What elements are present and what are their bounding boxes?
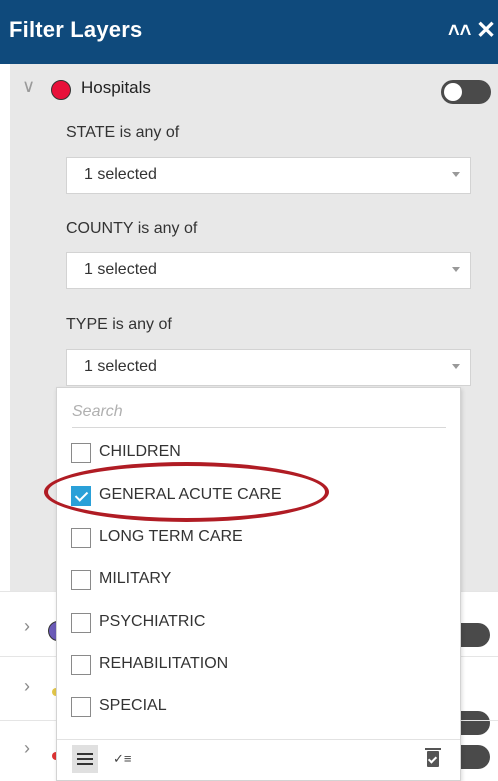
checklist-icon[interactable]: ✓≡ (113, 751, 131, 767)
search-input[interactable]: Search (72, 401, 446, 428)
option-label: LONG TERM CARE (99, 528, 243, 545)
option-rehabilitation[interactable]: REHABILITATION (71, 654, 441, 680)
checkbox[interactable] (71, 697, 91, 717)
county-select-value: 1 selected (84, 261, 157, 278)
dropdown-footer: ✓≡ (57, 739, 460, 780)
option-children[interactable]: CHILDREN (71, 442, 441, 468)
type-select[interactable]: 1 selected (66, 349, 471, 386)
panel-title: Filter Layers (9, 17, 143, 42)
trash-icon[interactable] (425, 748, 441, 767)
option-label: GENERAL ACUTE CARE (99, 486, 282, 503)
type-select-value: 1 selected (84, 358, 157, 375)
panel-header: Filter Layers ˄˄ ✕ (0, 0, 498, 64)
type-filter-label: TYPE is any of (66, 316, 172, 333)
checkbox[interactable] (71, 443, 91, 463)
checkbox[interactable] (71, 570, 91, 590)
chevron-right-icon[interactable]: › (24, 738, 30, 759)
option-label: MILITARY (99, 570, 172, 587)
option-military[interactable]: MILITARY (71, 569, 441, 595)
option-psychiatric[interactable]: PSYCHIATRIC (71, 612, 441, 638)
option-label: SPECIAL (99, 697, 167, 714)
double-chevron-up-icon[interactable]: ˄˄ (448, 20, 471, 43)
toggle-knob (444, 83, 462, 101)
checkbox[interactable] (71, 528, 91, 548)
checkbox[interactable] (71, 655, 91, 675)
layer-toggle[interactable] (441, 80, 491, 104)
option-long-term-care[interactable]: LONG TERM CARE (71, 527, 441, 553)
option-label: PSYCHIATRIC (99, 613, 206, 630)
state-select[interactable]: 1 selected (66, 157, 471, 194)
county-filter-label: COUNTY is any of (66, 220, 198, 237)
option-general-acute-care[interactable]: GENERAL ACUTE CARE (71, 485, 441, 511)
caret-down-icon (452, 364, 460, 369)
list-view-icon[interactable] (72, 745, 98, 773)
layer-name: Hospitals (81, 78, 151, 97)
layer-row-hospitals[interactable]: ∨ Hospitals (10, 64, 498, 112)
chevron-right-icon[interactable]: › (24, 676, 30, 697)
search-placeholder: Search (72, 403, 123, 420)
caret-down-icon (452, 267, 460, 272)
option-label: CHILDREN (99, 443, 181, 460)
state-filter-label: STATE is any of (66, 124, 180, 141)
chevron-right-icon[interactable]: › (24, 616, 30, 637)
checkbox[interactable] (71, 613, 91, 633)
county-select[interactable]: 1 selected (66, 252, 471, 289)
state-select-value: 1 selected (84, 166, 157, 183)
option-label: REHABILITATION (99, 655, 229, 672)
close-icon[interactable]: ✕ (476, 16, 496, 45)
chevron-down-icon[interactable]: ∨ (22, 76, 35, 97)
checkbox[interactable] (71, 486, 91, 506)
layer-color-icon (51, 80, 71, 100)
option-special[interactable]: SPECIAL (71, 696, 441, 722)
type-dropdown: Search CHILDREN GENERAL ACUTE CARE LONG … (56, 387, 461, 781)
caret-down-icon (452, 172, 460, 177)
checkmark-icon (74, 488, 89, 502)
